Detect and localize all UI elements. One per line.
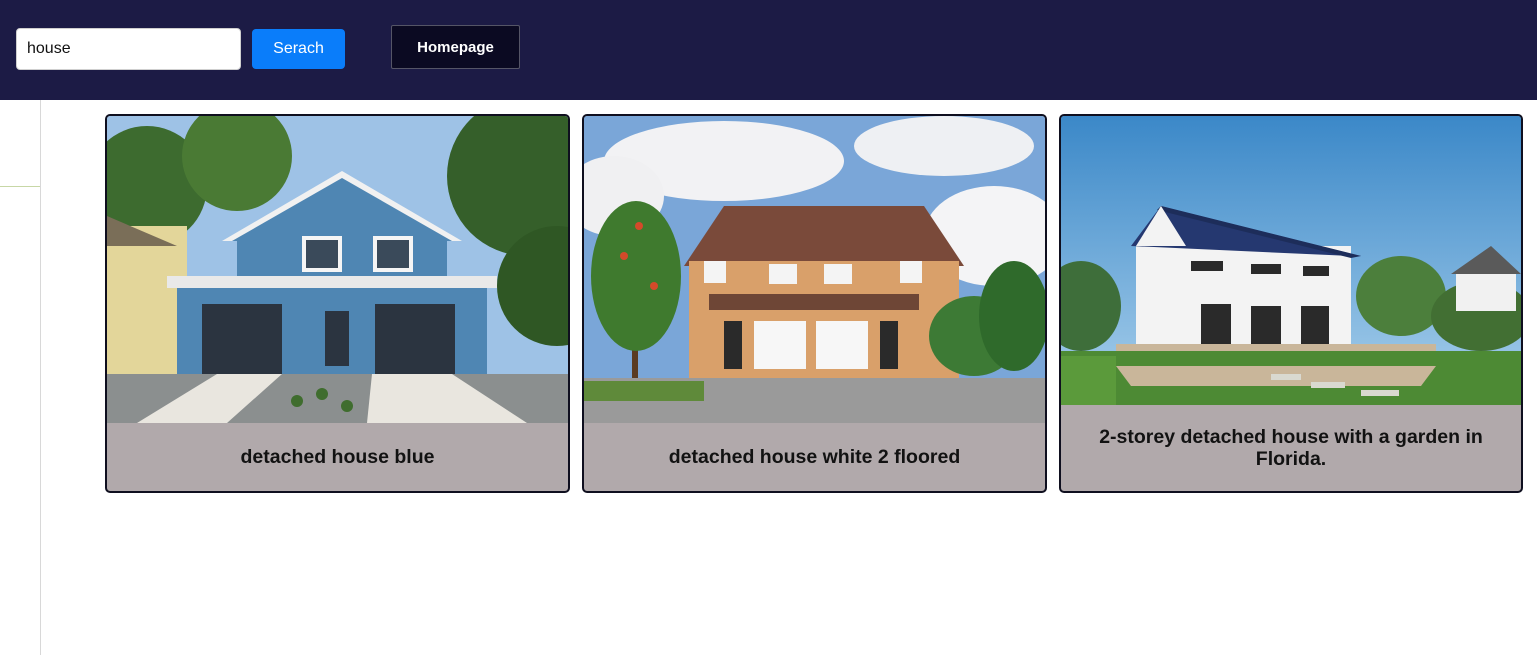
result-card-brick-house[interactable]: detached house white 2 floored — [582, 114, 1047, 493]
top-navigation-bar: Serach Homepage — [0, 0, 1537, 100]
result-card-blue-house[interactable]: detached house blue — [105, 114, 570, 493]
search-button[interactable]: Serach — [252, 29, 345, 69]
result-card-caption: 2-storey detached house with a garden in… — [1099, 426, 1483, 470]
sidebar-divider — [0, 186, 40, 187]
white-house-image — [1061, 116, 1521, 405]
homepage-button[interactable]: Homepage — [391, 25, 520, 69]
search-input[interactable] — [16, 28, 241, 70]
blue-house-image — [107, 116, 568, 423]
result-card-caption: detached house blue — [240, 446, 435, 468]
result-card-caption: detached house white 2 floored — [668, 446, 961, 468]
left-sidebar — [0, 100, 41, 655]
brick-house-image — [584, 116, 1045, 423]
result-card-white-house[interactable]: 2-storey detached house with a garden in… — [1059, 114, 1523, 493]
